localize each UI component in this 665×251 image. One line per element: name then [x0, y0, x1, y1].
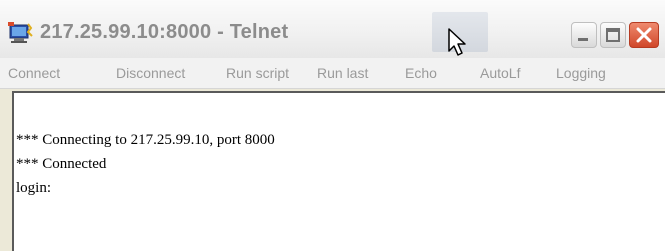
telnet-window: 217.25.99.10:8000 - Telnet Connect Disco… [0, 0, 665, 251]
menu-run-script[interactable]: Run script [226, 65, 289, 81]
menu-run-last[interactable]: Run last [317, 65, 368, 81]
maximize-icon [606, 28, 620, 42]
maximize-button[interactable] [600, 22, 626, 48]
terminal-line: login: [16, 180, 52, 196]
terminal-output[interactable]: *** Connecting to 217.25.99.10, port 800… [12, 91, 665, 251]
menu-bar: Connect Disconnect Run script Run last E… [0, 58, 665, 89]
minimize-button[interactable] [571, 22, 597, 48]
window-title: 217.25.99.10:8000 - Telnet [40, 21, 289, 43]
minimize-icon [578, 38, 588, 41]
title-bar[interactable]: 217.25.99.10:8000 - Telnet [0, 0, 665, 58]
menu-autolf[interactable]: AutoLf [480, 65, 520, 81]
close-button[interactable] [629, 22, 659, 48]
menu-logging[interactable]: Logging [556, 65, 606, 81]
menu-connect[interactable]: Connect [8, 65, 60, 81]
menu-disconnect[interactable]: Disconnect [116, 65, 185, 81]
telnet-app-icon[interactable] [8, 22, 34, 44]
terminal-line: *** Connecting to 217.25.99.10, port 800… [16, 132, 275, 148]
terminal-line: *** Connected [16, 156, 107, 172]
close-icon [636, 27, 652, 43]
menu-echo[interactable]: Echo [405, 65, 437, 81]
